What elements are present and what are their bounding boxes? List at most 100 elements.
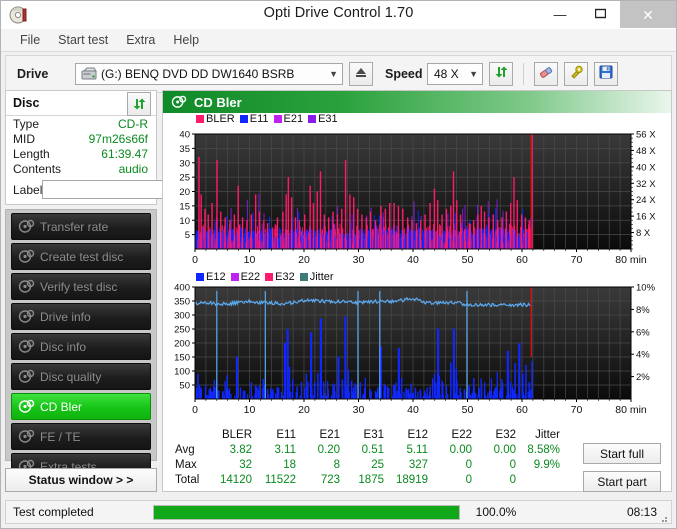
stats-cell: 0 xyxy=(465,473,472,486)
speed-select-value: 48 X xyxy=(434,67,459,81)
stats-cell: 9.9% xyxy=(533,458,560,471)
maximize-button[interactable] xyxy=(580,1,620,28)
minimize-button[interactable]: — xyxy=(540,1,580,28)
disc-gear-icon xyxy=(18,399,35,414)
start-part-button[interactable]: Start part xyxy=(583,471,661,492)
progress-bar-fill xyxy=(154,505,459,519)
chart1-canvas[interactable]: 5 10 15 20 25 30 35 40 8 X 16 X 24 X 32 X 40 X 48 X 56… xyxy=(163,113,675,271)
sidebar-item-verify-test-disc[interactable]: Verify test disc xyxy=(11,273,151,300)
stats-corner xyxy=(169,429,213,442)
drive-select-value: (G:) BENQ DVD DD DW1640 BSRB xyxy=(101,67,295,81)
toolbar-divider xyxy=(523,63,524,85)
sidebar-item-create-test-disc[interactable]: Create test disc xyxy=(11,243,151,270)
svg-text:100: 100 xyxy=(174,367,190,378)
legend-item-e12: E12 xyxy=(196,271,226,283)
svg-text:30: 30 xyxy=(353,404,365,416)
disc-refresh-button[interactable] xyxy=(127,92,151,116)
refresh-button[interactable] xyxy=(489,62,513,86)
sidebar-item-transfer-rate[interactable]: Transfer rate xyxy=(11,213,151,240)
stats-col-jitter: Jitter xyxy=(535,429,560,441)
stats-col-e32: E32 xyxy=(495,429,516,441)
stats-cell xyxy=(521,472,565,487)
disc-gear-icon xyxy=(18,219,35,234)
drive-select[interactable]: (G:) BENQ DVD DD DW1640 BSRB ▼ xyxy=(75,63,343,85)
stats-col-e11: E11 xyxy=(276,429,296,441)
disc-gear-icon xyxy=(18,429,35,444)
menu-item-help[interactable]: Help xyxy=(164,31,208,49)
menu-item-extra[interactable]: Extra xyxy=(117,31,164,49)
speed-select[interactable]: 48 X ▼ xyxy=(427,63,483,85)
sidebar-item-fe-te[interactable]: FE / TE xyxy=(11,423,151,450)
legend-label: Jitter xyxy=(309,271,334,283)
chart1-legend: BLER E11 E21 E31 xyxy=(196,113,343,125)
disc-value-length: 61:39.47 xyxy=(101,147,148,161)
disc-row-contents: Contents audio xyxy=(6,161,156,176)
svg-text:200: 200 xyxy=(174,339,190,350)
sidebar-item-disc-quality[interactable]: Disc quality xyxy=(11,363,151,390)
close-button[interactable]: ✕ xyxy=(620,1,676,28)
status-window-button[interactable]: Status window > > xyxy=(5,468,157,492)
stats-cell: 0 xyxy=(509,458,516,471)
legend-swatch xyxy=(308,115,317,123)
save-icon xyxy=(599,65,613,84)
svg-text:4%: 4% xyxy=(636,350,650,361)
sidebar-item-cd-bler[interactable]: CD Bler xyxy=(11,393,151,420)
svg-text:6%: 6% xyxy=(636,327,650,338)
sidebar-item-disc-info[interactable]: Disc info xyxy=(11,333,151,360)
menu-item-file[interactable]: File xyxy=(11,31,49,49)
disc-gear-icon xyxy=(18,279,35,294)
stats-col-e21: E21 xyxy=(319,429,340,441)
resize-grip-icon[interactable] xyxy=(658,510,668,522)
svg-text:10: 10 xyxy=(244,254,256,266)
eject-button[interactable] xyxy=(349,62,373,86)
table-row: Max 32 18 8 25 327 0 0 9.9% xyxy=(169,457,565,472)
stats-row-label: Total xyxy=(175,473,200,486)
menu-item-start-test[interactable]: Start test xyxy=(49,31,117,49)
svg-text:16 X: 16 X xyxy=(636,212,656,223)
disc-key-type: Type xyxy=(13,117,40,131)
tools-button[interactable] xyxy=(564,62,588,86)
speed-label: Speed xyxy=(385,67,423,81)
disc-key-contents: Contents xyxy=(13,162,62,176)
legend-item-e32: E32 xyxy=(265,271,295,283)
stats-cell: 18919 xyxy=(396,473,428,486)
erase-button[interactable] xyxy=(534,62,558,86)
application-window: Opti Drive Control 1.70 — ✕ File Start t… xyxy=(0,0,677,529)
content-banner: CD Bler xyxy=(163,91,671,113)
drive-toolbar: Drive (G:) BENQ DVD DD DW1640 BSRB ▼ Spe… xyxy=(5,55,672,93)
legend-label: E11 xyxy=(249,113,269,125)
sidebar-item-drive-info[interactable]: Drive info xyxy=(11,303,151,330)
progress-bar xyxy=(153,504,460,520)
disc-gear-icon xyxy=(18,339,35,354)
stats-cell: 0.00 xyxy=(449,443,472,456)
chart2-canvas[interactable]: 50 100 150 200 250 300 350 400 2% 4% 6% 8% 10% 0 10 20 3… xyxy=(163,271,675,421)
main-body: Disc Type CD-R MID 97m26s66f Length 61:3… xyxy=(5,90,672,492)
svg-text:5: 5 xyxy=(185,230,190,241)
start-full-button[interactable]: Start full xyxy=(583,443,661,464)
svg-text:56 X: 56 X xyxy=(636,130,656,141)
svg-text:60: 60 xyxy=(516,404,528,416)
stats-table: BLER E11 E21 E31 E12 E22 E32 Jitter Avg xyxy=(169,429,565,487)
stats-row-label: Avg xyxy=(175,443,195,456)
progress-percent: 100.0% xyxy=(475,505,517,519)
legend-item-bler: BLER xyxy=(196,113,235,125)
svg-text:50: 50 xyxy=(462,404,474,416)
svg-text:70: 70 xyxy=(571,404,583,416)
svg-text:30: 30 xyxy=(353,254,365,266)
legend-label: BLER xyxy=(206,113,235,125)
save-button[interactable] xyxy=(594,62,618,86)
svg-text:48 X: 48 X xyxy=(636,146,656,157)
disc-value-contents: audio xyxy=(118,162,148,176)
stats-cell: 0.51 xyxy=(361,443,384,456)
stats-col-e12: E12 xyxy=(407,429,428,441)
sidebar-item-label: Verify test disc xyxy=(40,279,118,294)
svg-text:80 min: 80 min xyxy=(615,404,647,416)
close-icon: ✕ xyxy=(642,6,654,23)
disc-panel-title: Disc xyxy=(13,96,40,110)
svg-text:10: 10 xyxy=(179,216,190,227)
chevron-down-icon: ▼ xyxy=(469,69,478,79)
svg-text:250: 250 xyxy=(174,325,190,336)
svg-text:20: 20 xyxy=(298,404,310,416)
chart2-legend: E12 E22 E32 Jitter xyxy=(196,271,339,283)
svg-text:50: 50 xyxy=(462,254,474,266)
